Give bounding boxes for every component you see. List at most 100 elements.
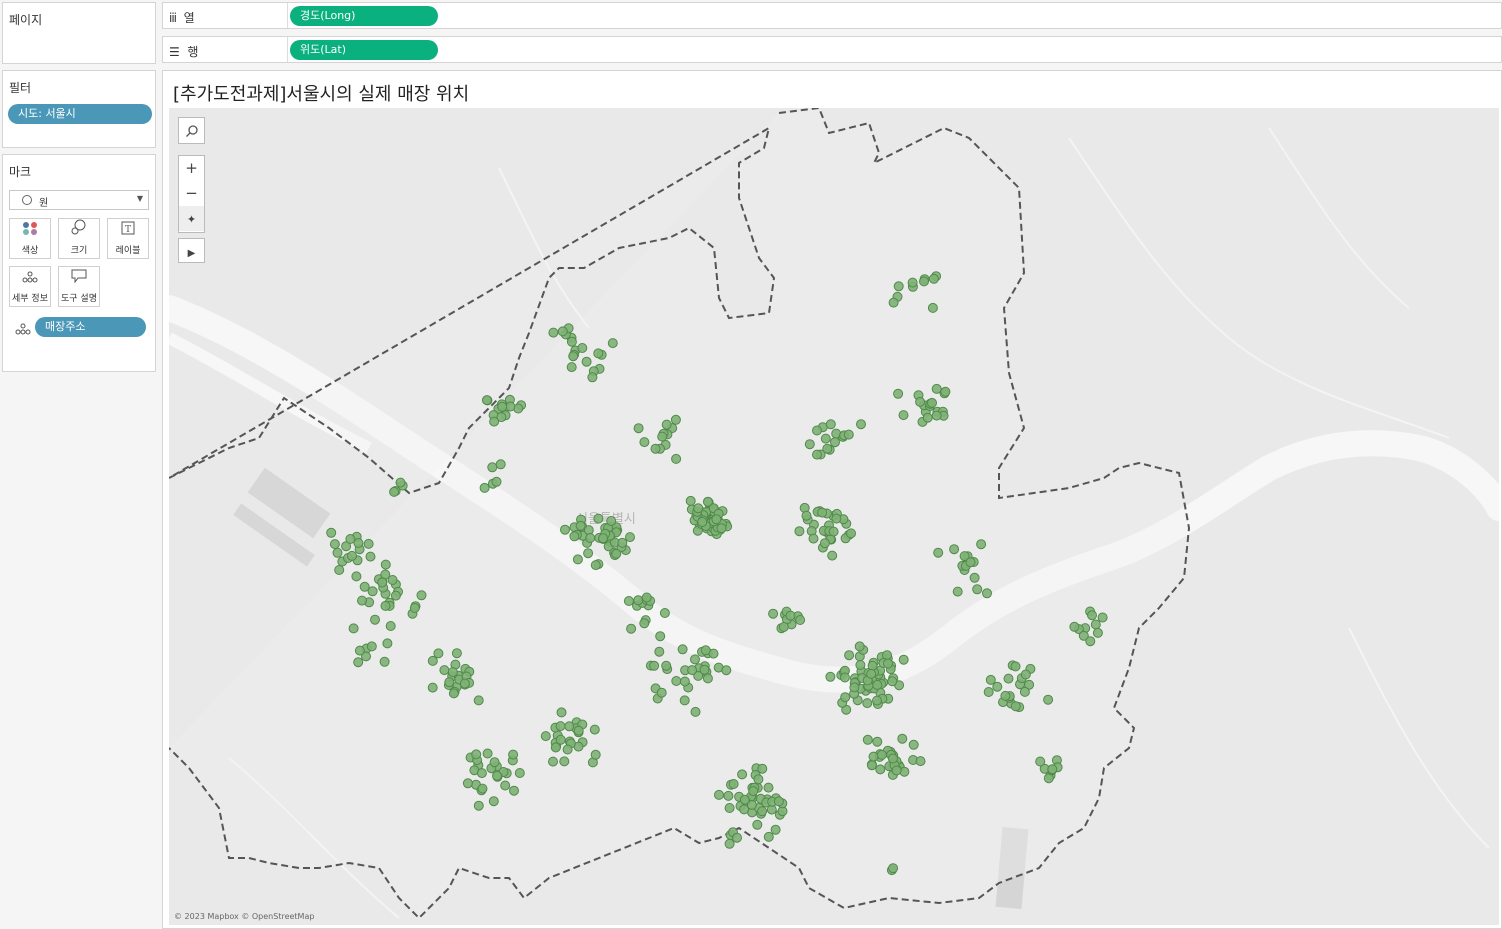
- store-point[interactable]: [677, 644, 688, 655]
- store-point[interactable]: [575, 520, 586, 531]
- store-point[interactable]: [560, 524, 570, 535]
- store-point[interactable]: [389, 486, 400, 497]
- store-point[interactable]: [854, 641, 865, 652]
- store-point[interactable]: [753, 774, 764, 785]
- store-point[interactable]: [559, 756, 570, 767]
- store-point[interactable]: [590, 749, 601, 760]
- store-point[interactable]: [872, 736, 883, 747]
- store-point[interactable]: [983, 687, 994, 697]
- store-point[interactable]: [693, 503, 704, 514]
- store-point[interactable]: [714, 789, 724, 800]
- store-point[interactable]: [1097, 612, 1108, 623]
- store-point[interactable]: [919, 276, 929, 287]
- store-point[interactable]: [812, 425, 822, 436]
- store-point[interactable]: [670, 414, 681, 425]
- store-point[interactable]: [380, 600, 391, 611]
- store-point[interactable]: [439, 665, 450, 676]
- store-point[interactable]: [585, 533, 596, 543]
- store-point[interactable]: [487, 462, 498, 473]
- store-point[interactable]: [1085, 636, 1096, 647]
- store-point[interactable]: [366, 641, 377, 652]
- store-point[interactable]: [893, 281, 904, 292]
- store-point[interactable]: [354, 645, 365, 656]
- store-point[interactable]: [639, 437, 650, 448]
- store-point[interactable]: [345, 534, 356, 544]
- store-point[interactable]: [655, 631, 666, 642]
- store-point[interactable]: [687, 665, 698, 676]
- store-point[interactable]: [702, 496, 713, 507]
- store-point[interactable]: [377, 577, 388, 588]
- store-point[interactable]: [573, 725, 584, 736]
- store-point[interactable]: [661, 419, 672, 430]
- store-point[interactable]: [825, 419, 836, 430]
- store-point[interactable]: [887, 753, 898, 764]
- store-point[interactable]: [473, 695, 484, 706]
- store-point[interactable]: [555, 721, 566, 732]
- store-point[interactable]: [839, 672, 850, 683]
- store-point[interactable]: [606, 516, 617, 526]
- store-point[interactable]: [737, 769, 748, 780]
- store-point[interactable]: [748, 786, 759, 797]
- store-point[interactable]: [566, 336, 577, 347]
- store-point[interactable]: [1047, 764, 1058, 775]
- store-point[interactable]: [801, 510, 812, 521]
- store-point[interactable]: [671, 676, 682, 686]
- store-point[interactable]: [448, 688, 459, 699]
- store-point[interactable]: [598, 533, 609, 544]
- store-point[interactable]: [856, 419, 866, 430]
- store-point[interactable]: [462, 778, 473, 789]
- store-point[interactable]: [654, 646, 665, 657]
- rows-shelf[interactable]: ☰ 행 위도(Lat): [162, 36, 1502, 63]
- store-point[interactable]: [915, 396, 926, 407]
- store-point[interactable]: [831, 513, 842, 524]
- store-point[interactable]: [872, 679, 883, 690]
- store-point[interactable]: [1043, 694, 1054, 705]
- store-point[interactable]: [915, 756, 926, 767]
- map-view[interactable]: 서울특별시 © 2023 Mapbox © OpenStreetMap: [169, 108, 1499, 925]
- store-point[interactable]: [1035, 756, 1046, 767]
- store-point[interactable]: [822, 443, 833, 454]
- store-point[interactable]: [568, 351, 579, 362]
- store-point[interactable]: [363, 538, 374, 549]
- detail-pill-store-address[interactable]: 매장주소: [35, 317, 146, 337]
- store-point[interactable]: [611, 548, 622, 559]
- store-point[interactable]: [347, 550, 357, 561]
- store-point[interactable]: [427, 682, 438, 693]
- store-point[interactable]: [804, 439, 815, 450]
- store-point[interactable]: [583, 548, 594, 559]
- store-point[interactable]: [875, 764, 886, 775]
- store-point[interactable]: [927, 397, 937, 408]
- store-point[interactable]: [617, 537, 628, 548]
- zoom-out-button[interactable]: −: [179, 181, 204, 206]
- store-point[interactable]: [862, 698, 873, 709]
- store-point[interactable]: [351, 571, 362, 582]
- store-point[interactable]: [477, 783, 488, 794]
- store-point[interactable]: [976, 539, 987, 550]
- store-point[interactable]: [872, 695, 882, 706]
- store-point[interactable]: [649, 660, 660, 671]
- store-point[interactable]: [808, 533, 819, 544]
- store-point[interactable]: [607, 338, 618, 349]
- store-point[interactable]: [908, 739, 919, 750]
- store-point[interactable]: [679, 695, 690, 706]
- store-point[interactable]: [700, 645, 711, 656]
- store-point[interactable]: [334, 565, 345, 575]
- store-point[interactable]: [795, 615, 806, 625]
- store-point[interactable]: [459, 678, 470, 689]
- store-point[interactable]: [488, 796, 499, 807]
- store-point[interactable]: [690, 706, 701, 717]
- store-point[interactable]: [757, 806, 768, 817]
- store-point[interactable]: [867, 660, 878, 671]
- store-point[interactable]: [577, 343, 588, 353]
- store-point[interactable]: [820, 433, 831, 444]
- columns-shelf[interactable]: iii 열 경도(Long): [162, 2, 1502, 29]
- store-point[interactable]: [556, 707, 567, 718]
- size-card[interactable]: 크기: [58, 218, 100, 259]
- store-point[interactable]: [508, 749, 519, 760]
- store-point[interactable]: [711, 514, 722, 525]
- store-point[interactable]: [633, 423, 644, 434]
- store-point[interactable]: [840, 692, 851, 703]
- store-point[interactable]: [1020, 669, 1031, 680]
- store-point[interactable]: [876, 749, 887, 760]
- store-point[interactable]: [898, 654, 909, 665]
